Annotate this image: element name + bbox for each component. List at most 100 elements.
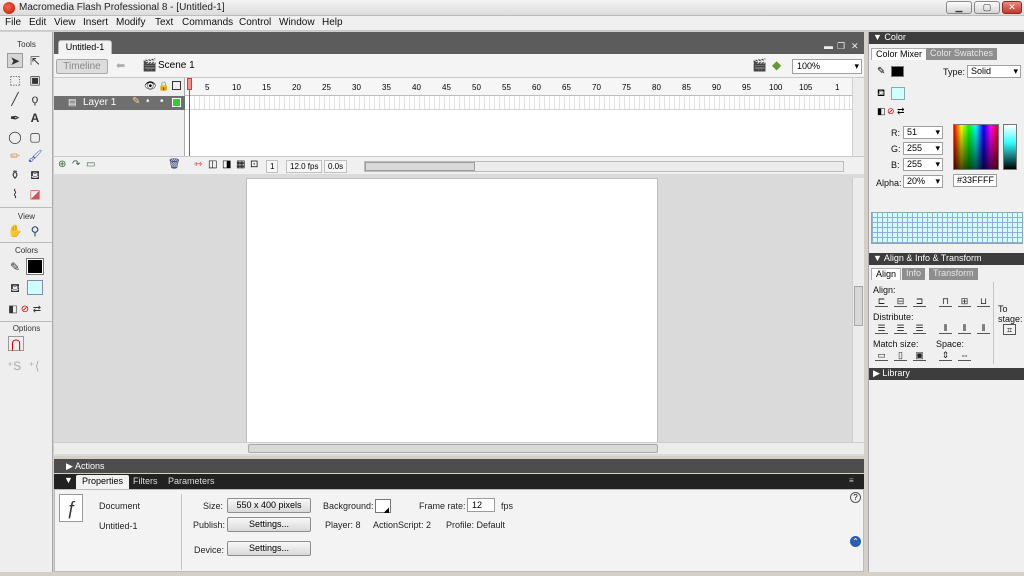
tab-properties[interactable]: Properties [76,475,130,489]
align-hcenter-icon[interactable]: ⊟ [894,296,907,307]
document-size-button[interactable]: 550 x 400 pixels [227,498,311,513]
distribute-hcenter-icon[interactable]: ⦀ [958,323,971,334]
show-hide-eye-icon[interactable]: 👁 [144,81,157,92]
swap-colors-icon[interactable]: ⇄ [29,302,45,317]
timeline-vscroll[interactable] [852,78,864,156]
help-icon[interactable]: ? [850,492,861,503]
stage-vscroll-thumb[interactable] [854,286,863,326]
line-tool-icon[interactable]: ╱ [7,91,23,106]
align-left-icon[interactable]: ⊏ [875,296,888,307]
fill-bucket-icon[interactable]: ⛾ [877,88,885,101]
close-button[interactable]: ✕ [1002,1,1022,14]
to-stage-toggle-icon[interactable]: ⌗ [1003,324,1016,335]
oval-tool-icon[interactable]: ◯ [7,129,23,144]
stage-vscroll[interactable] [852,178,864,442]
modify-onion-markers-icon[interactable]: ⊡ [250,159,258,170]
menu-help[interactable]: Help [322,17,343,28]
stage-canvas[interactable] [246,178,658,443]
match-width-icon[interactable]: ▭ [875,350,888,361]
layer-lock-dot-icon[interactable]: • [160,96,164,107]
color-spectrum[interactable] [953,124,999,170]
tab-info[interactable]: Info [902,268,926,280]
alpha-input[interactable]: 20% ▾ [903,175,943,188]
tab-transform[interactable]: Transform [929,268,978,280]
red-input[interactable]: 51 ▾ [903,126,943,139]
paint-bucket-icon[interactable]: ⛾ [27,167,43,182]
menu-commands[interactable]: Commands [182,17,233,28]
doc-minimize-icon[interactable]: ▬ [824,41,833,51]
delete-layer-icon[interactable]: 🗑 [168,159,181,170]
align-right-icon[interactable]: ⊐ [913,296,926,307]
playhead-handle[interactable] [187,78,192,90]
snap-magnet-icon[interactable]: ⋂ [8,336,24,351]
fill-type-select[interactable]: Solid ▾ [967,65,1021,78]
stroke-color-icon[interactable]: ✎ [7,259,23,274]
edit-symbols-icon[interactable]: ◆ [772,58,781,72]
frame-rate-input[interactable]: 12 [467,498,495,512]
layer-name[interactable]: Layer 1 [83,97,116,108]
match-both-icon[interactable]: ▣ [913,350,926,361]
timeline-toggle-button[interactable]: Timeline [56,59,108,74]
lock-icon[interactable]: 🔒 [158,81,169,92]
eraser-icon[interactable]: ◪ [27,186,43,201]
scene-label[interactable]: Scene 1 [158,60,195,71]
frame-ruler[interactable]: 5 10 15 20 25 30 35 40 45 50 55 60 65 70… [185,78,852,96]
zoom-select[interactable]: 100% ▾ [792,59,862,74]
onion-skin-icon[interactable]: ◫ [208,159,217,170]
black-white-icon[interactable]: ◧ [877,106,886,117]
no-color-icon[interactable]: ⊘ [887,106,895,117]
device-settings-button[interactable]: Settings... [227,541,311,556]
distribute-top-icon[interactable]: ☰ [875,323,888,334]
layer-row[interactable]: ▤ Layer 1 ✎ • • [54,96,185,110]
straighten-icon[interactable]: ⁺⟨ [26,358,42,373]
ink-bottle-icon[interactable]: ⚱ [7,167,23,182]
mixer-fill-swatch[interactable] [891,87,905,100]
menu-modify[interactable]: Modify [116,17,145,28]
menu-file[interactable]: File [5,17,21,28]
collapse-panel-icon[interactable]: ⌃ [850,536,861,547]
menu-view[interactable]: View [54,17,76,28]
menu-insert[interactable]: Insert [83,17,108,28]
menu-control[interactable]: Control [239,17,271,28]
hand-tool-icon[interactable]: ✋ [7,223,23,238]
add-motion-guide-icon[interactable]: ↷ [72,159,80,170]
subselection-arrow-icon[interactable]: ⇱ [27,53,43,68]
edit-multiple-frames-icon[interactable]: ▦ [236,159,245,170]
blue-input[interactable]: 255 ▾ [903,158,943,171]
outline-square-icon[interactable] [172,81,181,90]
panel-options-icon[interactable]: ≡ [849,476,854,485]
doc-close-icon[interactable]: ✕ [851,41,859,52]
insert-folder-icon[interactable]: ▭ [86,159,95,170]
timeline-hscroll-thumb[interactable] [365,162,475,171]
swap-colors-icon[interactable]: ⇄ [897,106,905,117]
maximize-button[interactable]: ▢ [974,1,1000,14]
actions-panel-bar[interactable]: ▶ Actions [54,459,864,473]
space-vertical-icon[interactable]: ⇕ [939,350,952,361]
playhead[interactable] [189,78,190,158]
align-panel-header[interactable]: ▼ Align & Info & Transform [869,253,1024,265]
stage-hscroll[interactable] [54,442,864,454]
menu-text[interactable]: Text [155,17,173,28]
layer-frames[interactable] [185,96,852,110]
background-color-swatch[interactable]: ◢ [375,499,391,514]
mixer-stroke-swatch[interactable] [891,66,904,77]
menu-window[interactable]: Window [279,17,315,28]
menu-edit[interactable]: Edit [29,17,46,28]
fill-color-swatch[interactable] [27,280,43,295]
tab-filters[interactable]: Filters [127,475,164,489]
fill-color-icon[interactable]: ⛾ [7,280,23,295]
timeline-hscroll[interactable] [364,161,844,172]
layer-visible-dot-icon[interactable]: • [146,96,150,107]
document-tab[interactable]: Untitled-1 [58,40,112,54]
center-frame-icon[interactable]: ⇿ [194,159,202,170]
eyedropper-icon[interactable]: ⌇ [7,186,23,201]
align-top-icon[interactable]: ⊓ [939,296,952,307]
distribute-vcenter-icon[interactable]: ☰ [894,323,907,334]
lasso-tool-icon[interactable]: ϙ [27,91,43,106]
distribute-left-icon[interactable]: ⦀ [939,323,952,334]
match-height-icon[interactable]: ▯ [894,350,907,361]
brush-tool-icon[interactable]: 🖌 [27,148,43,163]
distribute-right-icon[interactable]: ⦀ [977,323,990,334]
free-transform-icon[interactable]: ⬚ [7,72,23,87]
publish-settings-button[interactable]: Settings... [227,517,311,532]
